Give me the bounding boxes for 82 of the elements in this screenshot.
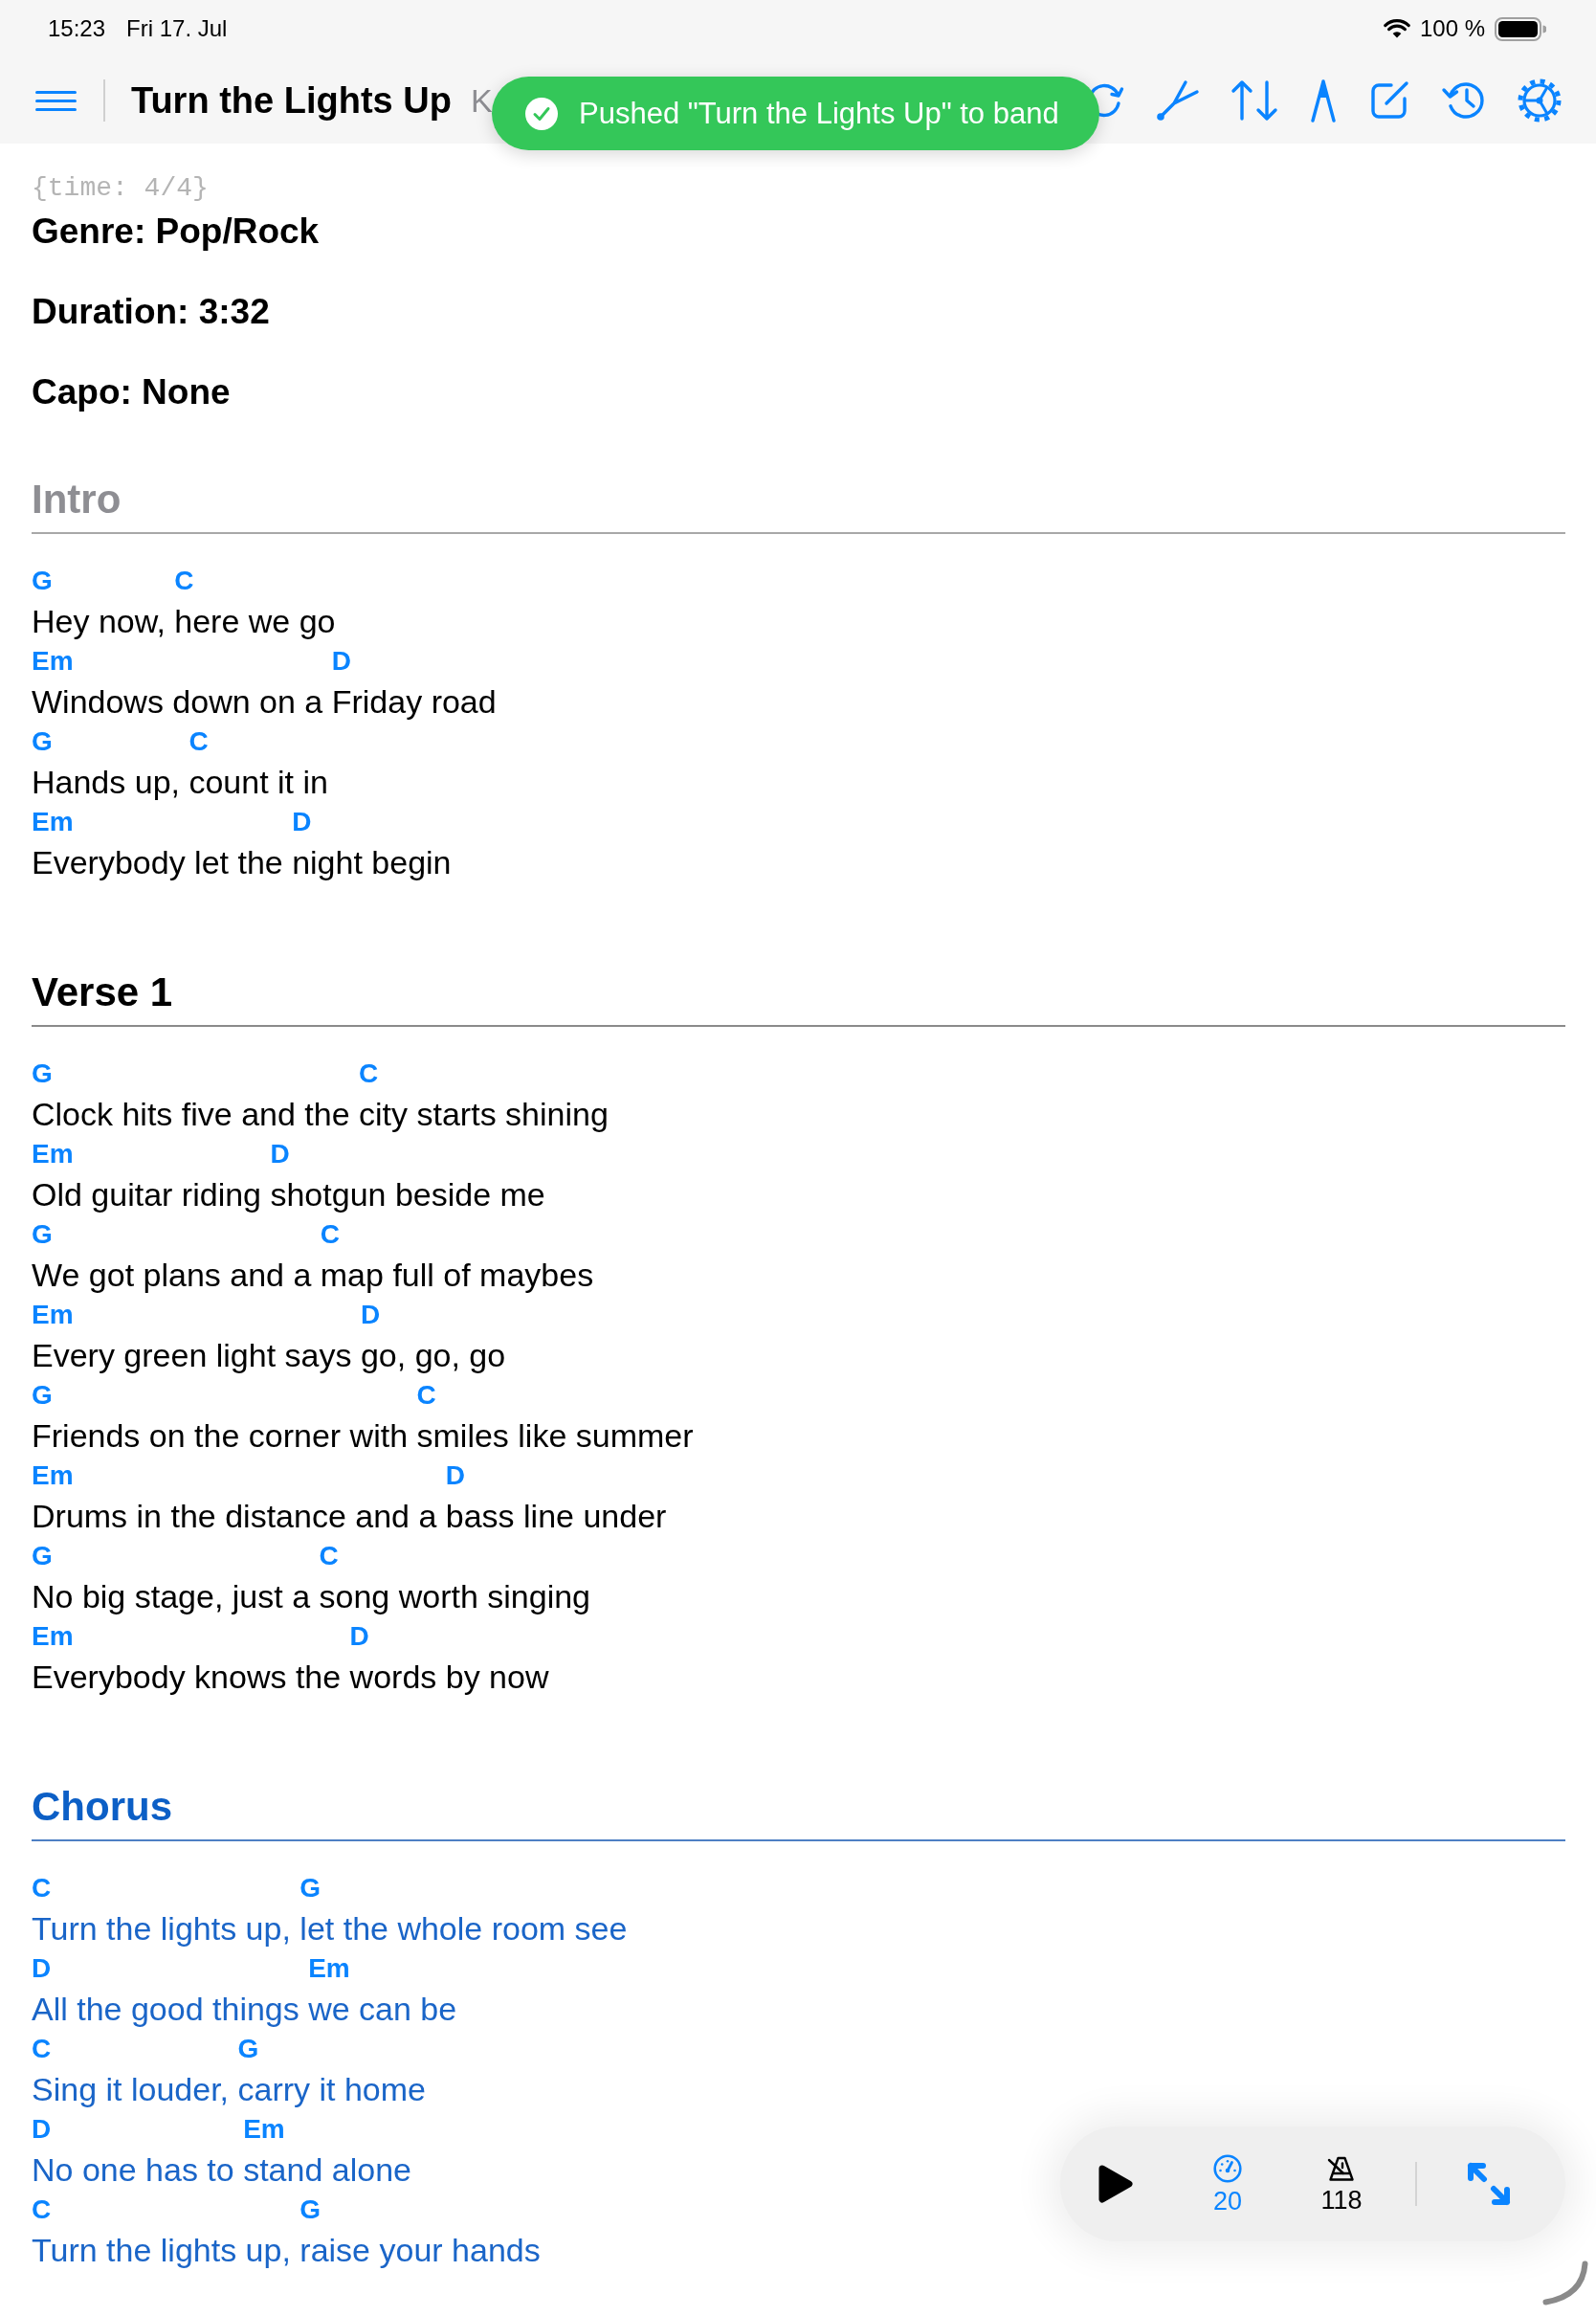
edit-icon[interactable] [1368, 79, 1410, 122]
play-icon [1097, 2164, 1134, 2204]
chord-symbol: Em [32, 645, 74, 678]
menu-icon[interactable] [35, 90, 77, 111]
chord-symbol: G [32, 1058, 53, 1090]
chord-symbol: C [32, 1872, 52, 1904]
metronome-icon [1327, 2155, 1356, 2182]
battery-percentage: 100 % [1419, 15, 1485, 42]
chord-symbol: C [32, 2033, 52, 2065]
chord-symbol: Em [32, 1299, 74, 1331]
wifi-icon [1383, 19, 1410, 38]
song-title: Turn the Lights Up [131, 79, 452, 122]
chord-symbol: Em [243, 2113, 285, 2146]
lyric-line: All the good things we can be [32, 1990, 457, 2029]
chord-symbol: G [299, 2194, 321, 2226]
history-icon[interactable] [1441, 79, 1487, 122]
chord-symbol: Em [32, 1459, 74, 1492]
chord-symbol: G [32, 725, 53, 758]
lyric-line: Old guitar riding shotgun beside me [32, 1175, 545, 1214]
chord-symbol: C [188, 725, 209, 758]
lyric-line: We got plans and a map full of maybes [32, 1256, 594, 1295]
chord-symbol: Em [308, 1952, 350, 1985]
chord-symbol: D [32, 1952, 52, 1985]
lyric-line: No big stage, just a song worth singing [32, 1577, 590, 1616]
status-date: Fri 17. Jul [126, 15, 228, 42]
lyric-line: Friends on the corner with smiles like summer [32, 1416, 694, 1456]
settings-icon[interactable] [1518, 78, 1562, 122]
chord-symbol: C [416, 1379, 436, 1412]
toast-message: Pushed "Turn the Lights Up" to band [579, 96, 1059, 131]
chord-symbol: G [32, 565, 53, 597]
chord-symbol: C [174, 565, 194, 597]
metadata-line: Genre: Pop/Rock [32, 211, 320, 253]
expand-button[interactable] [1467, 2162, 1511, 2206]
chord-symbol: Em [32, 1620, 74, 1653]
metronome-button[interactable]: 118 [1313, 2155, 1370, 2213]
directive-text: {time: 4/4} [32, 172, 209, 205]
lyric-line: Hey now, here we go [32, 602, 336, 641]
lyric-line: Every green light says go, go, go [32, 1336, 506, 1375]
expand-icon [1467, 2162, 1511, 2206]
tuning-fork-icon[interactable] [1156, 79, 1200, 122]
up-down-arrows-icon[interactable] [1230, 79, 1278, 122]
chord-symbol: D [270, 1138, 290, 1170]
lyric-line: Everybody let the night begin [32, 843, 452, 882]
pen-tip-icon[interactable] [1309, 78, 1338, 122]
chord-symbol: C [320, 1218, 341, 1251]
chord-symbol: D [32, 2113, 52, 2146]
chord-symbol: D [360, 1299, 381, 1331]
chord-symbol: C [319, 1540, 339, 1572]
status-time: 15:23 [48, 15, 106, 42]
chord-symbol: D [331, 645, 351, 678]
section-heading: Verse 1 [32, 969, 173, 1016]
chord-symbol: Em [32, 1138, 74, 1170]
lyric-line: No one has to stand alone [32, 2150, 411, 2190]
lyric-line: Sing it louder, carry it home [32, 2070, 426, 2109]
lyric-line: Hands up, count it in [32, 763, 328, 802]
lyric-line: Windows down on a Friday road [32, 682, 497, 722]
chord-symbol: Em [32, 806, 74, 838]
metadata-line: Duration: 3:32 [32, 291, 270, 333]
lyric-line: Turn the lights up, let the whole room see [32, 1909, 628, 1949]
chord-symbol: G [32, 1379, 53, 1412]
metadata-line: Capo: None [32, 371, 231, 413]
chord-symbol: C [32, 2194, 52, 2226]
chord-symbol: D [445, 1459, 465, 1492]
chord-symbol: D [292, 806, 312, 838]
lyric-line: Clock hits five and the city starts shining [32, 1095, 609, 1134]
chord-symbol: G [299, 1872, 321, 1904]
play-button[interactable] [1097, 2164, 1134, 2204]
chord-symbol: G [32, 1540, 53, 1572]
lyric-line: Turn the lights up, raise your hands [32, 2231, 541, 2270]
chord-symbol: C [359, 1058, 379, 1090]
resize-handle-icon[interactable] [1542, 2260, 1588, 2305]
lyric-line: Drums in the distance and a bass line under [32, 1497, 667, 1536]
lyric-line: Everybody knows the words by now [32, 1658, 549, 1697]
gauge-icon [1213, 2154, 1242, 2183]
checkmark-icon [525, 97, 558, 130]
subtitle-text: K [470, 81, 493, 120]
section-heading: Intro [32, 476, 122, 523]
battery-icon [1495, 16, 1546, 41]
section-heading: Chorus [32, 1783, 172, 1831]
chord-symbol: G [32, 1218, 53, 1251]
chord-symbol: G [237, 2033, 259, 2065]
chord-symbol: D [349, 1620, 369, 1653]
